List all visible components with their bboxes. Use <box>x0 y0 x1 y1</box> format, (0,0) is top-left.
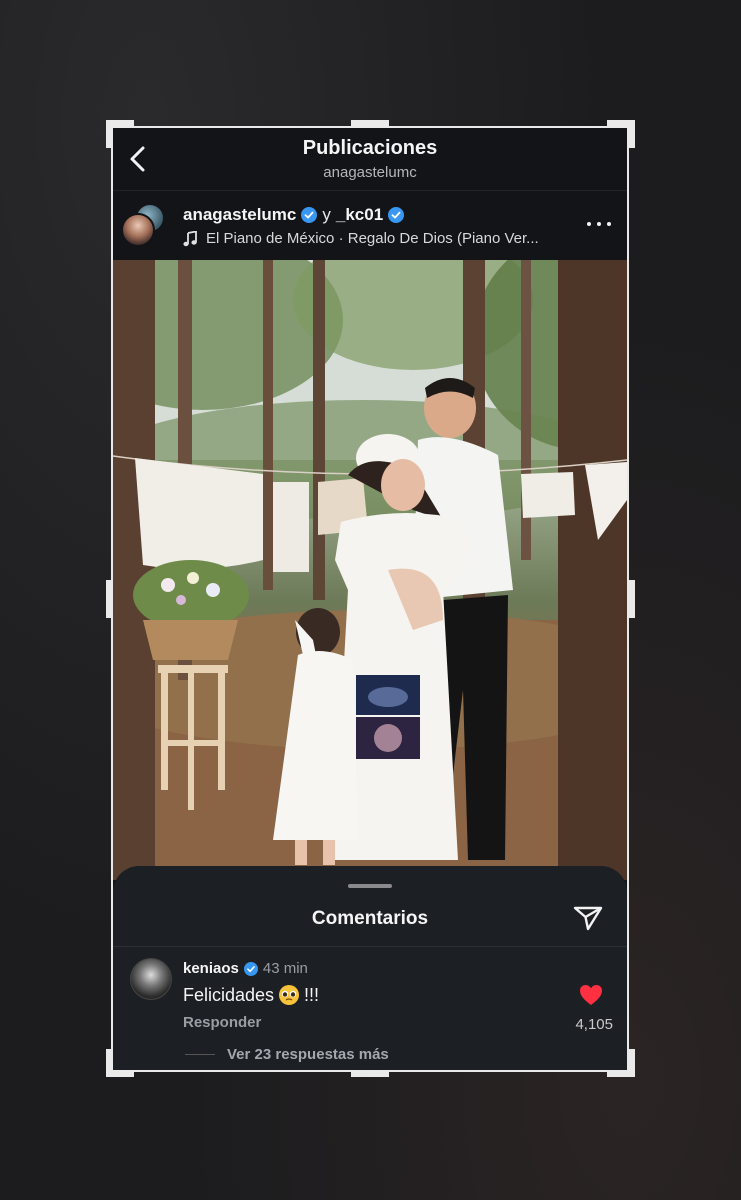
page-title: Publicaciones <box>302 137 438 159</box>
view-replies-button[interactable]: Ver 23 respuestas más <box>185 1046 389 1063</box>
photo-illustration <box>113 260 627 880</box>
comment-text: Felicidades !!! <box>183 984 319 1006</box>
like-count: 4,105 <box>575 1016 613 1033</box>
crop-frame: Publicaciones anagastelumc anagastelumc … <box>111 126 629 1072</box>
pleading-face-emoji-icon <box>279 985 300 1005</box>
like-button[interactable] <box>579 984 603 1006</box>
comment-username[interactable]: keniaos <box>183 960 239 977</box>
comments-sheet: Comentarios keniaos 43 min Felicidades !… <box>113 866 627 1070</box>
crop-handle-bottom-left[interactable] <box>106 1049 134 1077</box>
reply-button[interactable]: Responder <box>183 1014 261 1031</box>
music-row[interactable]: El Piano de México · Regalo De Dios (Pia… <box>183 230 539 247</box>
verified-badge-icon <box>301 207 318 223</box>
verified-badge-icon <box>243 961 258 976</box>
send-icon <box>573 906 603 931</box>
divider <box>185 1054 215 1055</box>
music-note-icon <box>183 230 197 246</box>
heart-icon <box>580 985 602 1005</box>
more-horizontal-icon <box>587 222 591 226</box>
crop-handle-left[interactable] <box>106 580 113 618</box>
crop-handle-top-right[interactable] <box>607 120 635 148</box>
comment-suffix: !!! <box>304 984 320 1005</box>
crop-handle-top-left[interactable] <box>106 120 134 148</box>
view-replies-label: Ver 23 respuestas más <box>227 1046 389 1063</box>
share-button[interactable] <box>571 900 605 934</box>
post-header: anagastelumc y _kc01 El Piano de México … <box>113 190 627 260</box>
avatar <box>121 213 155 247</box>
verified-badge-icon <box>388 207 405 223</box>
top-bar: Publicaciones anagastelumc <box>113 128 627 190</box>
avatar[interactable] <box>130 958 172 1000</box>
post-authors: anagastelumc y _kc01 <box>183 205 405 225</box>
page-subtitle: anagastelumc <box>323 164 417 181</box>
comment-header: keniaos 43 min <box>183 960 308 977</box>
comment-body: Felicidades <box>183 984 275 1005</box>
divider <box>113 946 627 947</box>
collab-avatars[interactable] <box>121 203 167 249</box>
author-username[interactable]: anagastelumc <box>183 205 296 225</box>
comments-title: Comentarios <box>311 908 429 929</box>
connector-text: y <box>322 205 331 224</box>
music-title: El Piano de México · Regalo De Dios (Pia… <box>206 230 539 247</box>
crop-handle-bottom-right[interactable] <box>607 1049 635 1077</box>
crop-handle-bottom[interactable] <box>351 1070 389 1077</box>
crop-handle-right[interactable] <box>628 580 635 618</box>
coauthor-username[interactable]: _kc01 <box>336 205 383 225</box>
drag-handle[interactable] <box>348 884 392 888</box>
crop-handle-top[interactable] <box>351 120 389 127</box>
post-photo[interactable] <box>113 260 627 880</box>
comment-time: 43 min <box>262 960 308 977</box>
more-options-button[interactable] <box>587 217 611 231</box>
